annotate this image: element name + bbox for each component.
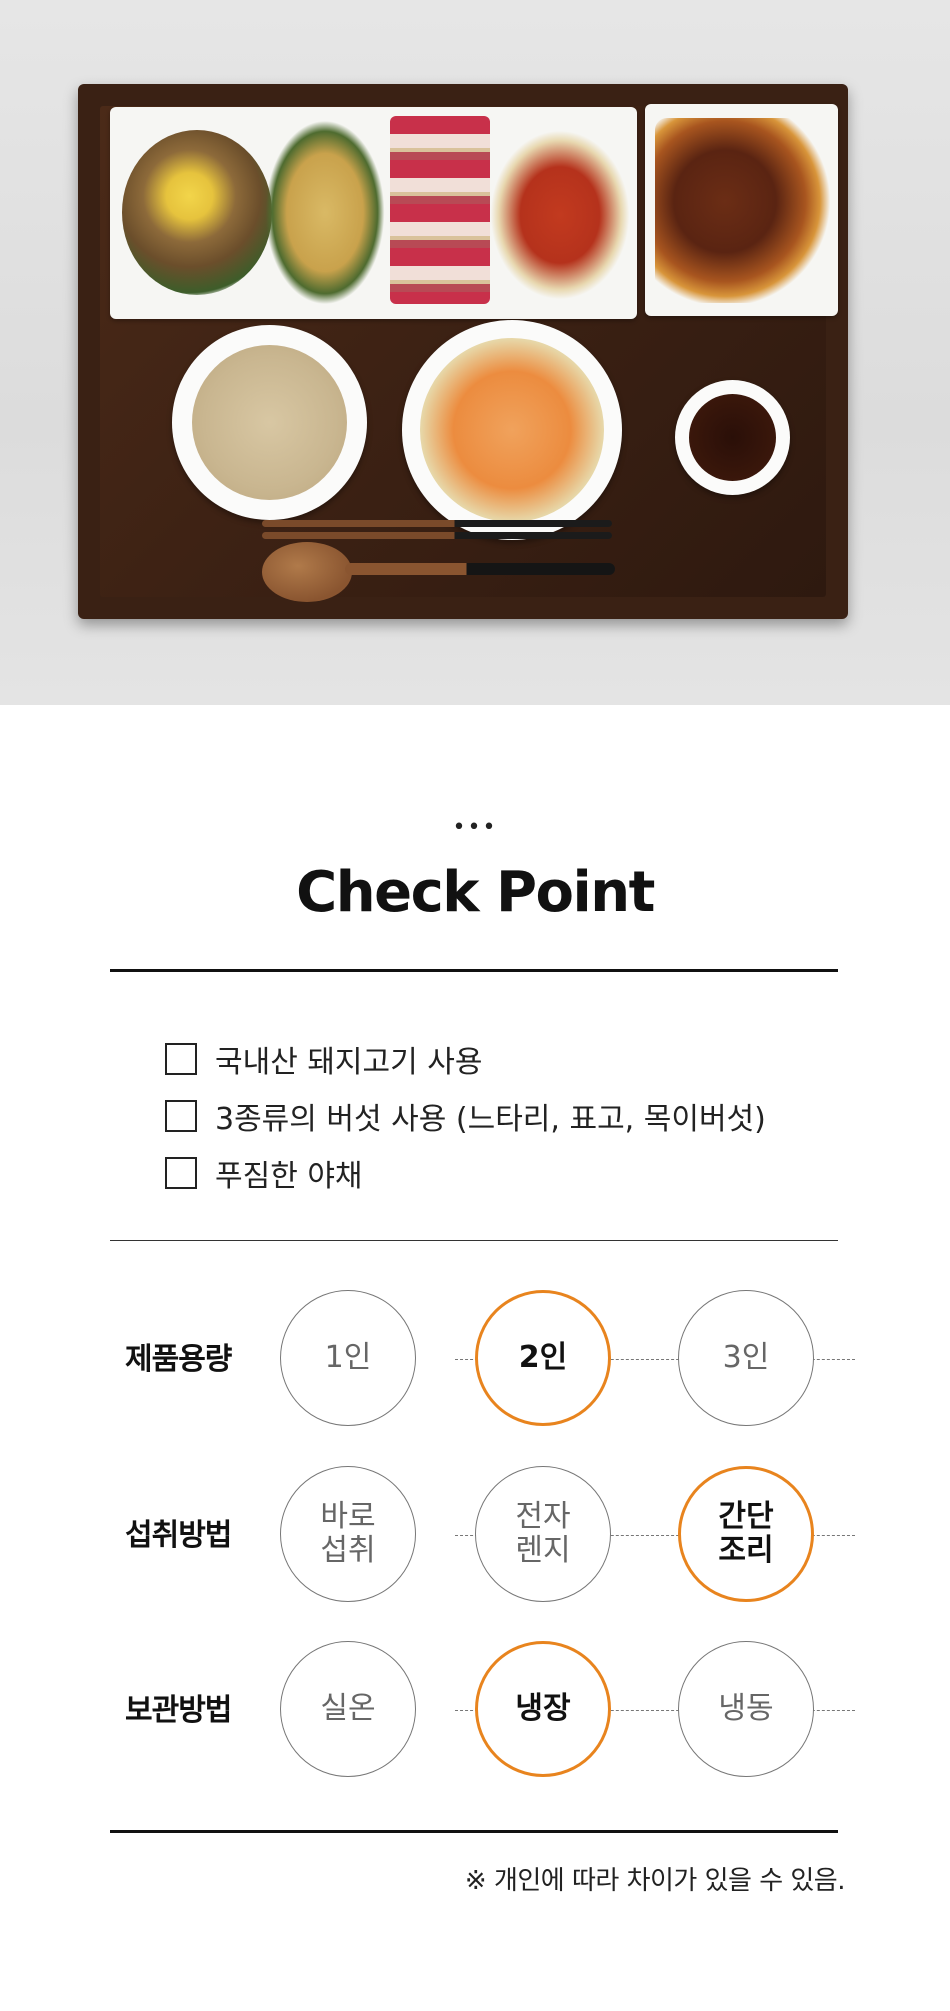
chopstick: [262, 520, 612, 527]
page-title: Check Point: [296, 860, 655, 925]
option-label: 섭취방법: [125, 1518, 232, 1553]
soup-bowl: [402, 320, 622, 540]
checklist-item: 푸짐한 야채: [165, 1144, 766, 1201]
checklist-item-label: 푸짐한 야채: [215, 1158, 363, 1194]
option-choice: 간단 조리: [678, 1466, 814, 1602]
option-choice: 1인: [280, 1290, 416, 1426]
checklist-item: 3종류의 버섯 사용 (느타리, 표고, 목이버섯): [165, 1087, 766, 1144]
ellipsis-icon: •••: [452, 815, 498, 840]
wooden-spoon: [262, 542, 352, 602]
pepper-jeon: [265, 120, 385, 305]
rice-bowl: [172, 325, 367, 520]
option-row-intake: 섭취방법 바로 섭취 전자 렌지 간단 조리: [110, 1466, 855, 1606]
checkbox-icon: [165, 1099, 197, 1132]
sauce-bowl: [675, 380, 790, 495]
skewer-jeon: [390, 116, 490, 304]
checkbox-icon: [165, 1156, 197, 1189]
braised-pork: [655, 118, 830, 303]
option-label: 보관방법: [125, 1693, 232, 1728]
option-choice: 3인: [678, 1290, 814, 1426]
checklist-item-label: 3종류의 버섯 사용 (느타리, 표고, 목이버섯): [215, 1101, 766, 1137]
spoon-handle: [345, 563, 615, 575]
option-choice: 실온: [280, 1641, 416, 1777]
option-choice: 2인: [475, 1290, 611, 1426]
japchae: [122, 130, 272, 295]
checklist-item: 국내산 돼지고기 사용: [165, 1030, 766, 1087]
option-label: 제품용량: [125, 1342, 232, 1377]
option-choice: 바로 섭취: [280, 1466, 416, 1602]
option-row-capacity: 제품용량 1인 2인 3인: [110, 1290, 855, 1430]
divider: [110, 969, 838, 972]
kimchi: [490, 130, 630, 300]
option-choice: 전자 렌지: [475, 1466, 611, 1602]
checklist-item-label: 국내산 돼지고기 사용: [215, 1044, 483, 1080]
option-choice: 냉장: [475, 1641, 611, 1777]
disclaimer-note: ※ 개인에 따라 차이가 있을 수 있음.: [464, 1866, 846, 1896]
checkbox-icon: [165, 1042, 197, 1075]
option-row-storage: 보관방법 실온 냉장 냉동: [110, 1641, 855, 1781]
divider: [110, 1240, 838, 1241]
hero-food-photo: [0, 0, 950, 705]
option-choice: 냉동: [678, 1641, 814, 1777]
checkpoint-list: 국내산 돼지고기 사용 3종류의 버섯 사용 (느타리, 표고, 목이버섯) 푸…: [165, 1030, 766, 1201]
chopstick: [262, 532, 612, 539]
divider: [110, 1830, 838, 1833]
